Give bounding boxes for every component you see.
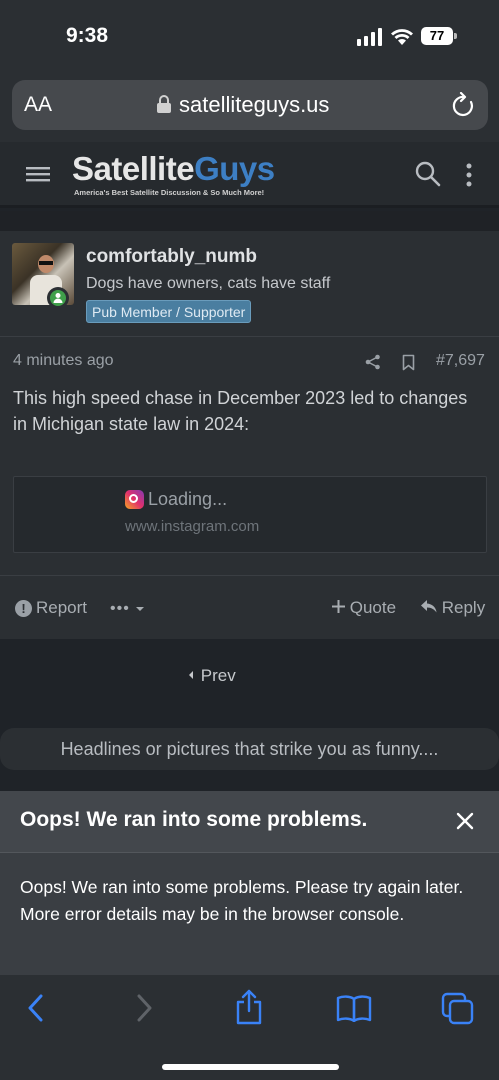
address-bar[interactable]: AA satelliteguys.us bbox=[12, 80, 488, 130]
close-icon[interactable] bbox=[455, 811, 475, 831]
status-bar: 9:38 77 bbox=[0, 0, 499, 72]
post-number[interactable]: #7,697 bbox=[436, 352, 485, 370]
quote-label: Quote bbox=[349, 598, 397, 617]
post-more-menu-button[interactable]: ••• bbox=[110, 600, 145, 618]
post-username[interactable]: comfortably_numb bbox=[86, 246, 257, 268]
url-text[interactable]: satelliteguys.us bbox=[179, 92, 329, 118]
quote-button[interactable]: Quote bbox=[332, 598, 396, 618]
thread-navigation: Prev Headlines or pictures that strike y… bbox=[0, 639, 499, 791]
reply-button[interactable]: Reply bbox=[421, 598, 485, 618]
embed-loading-text: Loading... bbox=[148, 489, 228, 509]
forum-post: comfortably_numb Dogs have owners, cats … bbox=[0, 231, 499, 639]
error-title: Oops! We ran into some problems. bbox=[20, 808, 368, 831]
plus-icon bbox=[332, 600, 345, 613]
site-header: SatelliteGuys America's Best Satellite D… bbox=[0, 142, 499, 208]
header-spacer bbox=[0, 211, 499, 231]
user-title: Dogs have owners, cats have staff bbox=[86, 275, 331, 292]
instagram-icon bbox=[125, 490, 144, 509]
battery-level: 77 bbox=[429, 28, 445, 43]
browser-address-area: AA satelliteguys.us bbox=[0, 72, 499, 142]
lock-icon bbox=[157, 95, 171, 113]
post-body: This high speed chase in December 2023 l… bbox=[13, 388, 468, 434]
reply-arrow-icon bbox=[421, 600, 437, 613]
forward-arrow-icon[interactable] bbox=[133, 993, 155, 1023]
tabs-overview-icon[interactable] bbox=[441, 992, 475, 1026]
user-banner: Pub Member / Supporter bbox=[86, 300, 252, 323]
divider bbox=[0, 575, 499, 576]
status-time: 9:38 bbox=[66, 24, 109, 47]
prev-label: Prev bbox=[200, 666, 236, 685]
caret-left-icon bbox=[189, 671, 193, 679]
more-dots: ••• bbox=[110, 600, 130, 617]
home-indicator[interactable] bbox=[162, 1064, 339, 1070]
back-arrow-icon[interactable] bbox=[25, 993, 47, 1023]
embed-domain: www.instagram.com bbox=[125, 518, 260, 535]
report-label: Report bbox=[36, 598, 88, 617]
hamburger-menu-icon[interactable] bbox=[26, 164, 50, 184]
reply-label: Reply bbox=[441, 598, 486, 617]
post-timestamp[interactable]: 4 minutes ago bbox=[13, 352, 114, 370]
logo-word-guys: Guys bbox=[194, 150, 275, 187]
site-logo[interactable]: SatelliteGuys America's Best Satellite D… bbox=[72, 150, 292, 197]
divider bbox=[0, 336, 499, 337]
share-icon[interactable] bbox=[365, 354, 381, 370]
bookmark-icon[interactable] bbox=[402, 354, 415, 371]
thread-title-link[interactable]: Headlines or pictures that strike you as… bbox=[0, 728, 499, 770]
bookmarks-book-icon[interactable] bbox=[336, 994, 372, 1022]
error-overlay: Oops! We ran into some problems. Oops! W… bbox=[0, 791, 499, 975]
instagram-embed[interactable]: Loading... www.instagram.com bbox=[13, 476, 487, 553]
browser-toolbar bbox=[0, 975, 499, 1080]
user-online-icon bbox=[53, 293, 63, 303]
logo-tagline: America's Best Satellite Discussion & So… bbox=[74, 188, 265, 197]
reload-icon[interactable] bbox=[452, 92, 476, 118]
wifi-icon bbox=[391, 29, 413, 45]
error-message: Oops! We ran into some problems. Please … bbox=[20, 877, 464, 924]
cellular-signal-icon bbox=[357, 28, 382, 46]
alert-icon: ! bbox=[15, 600, 32, 617]
prev-page-link[interactable]: Prev bbox=[186, 666, 236, 686]
battery-indicator: 77 bbox=[421, 27, 457, 45]
online-status-badge bbox=[47, 287, 69, 309]
caret-down-icon bbox=[136, 607, 145, 611]
text-size-button[interactable]: AA bbox=[24, 93, 52, 117]
error-header: Oops! We ran into some problems. bbox=[0, 791, 499, 853]
logo-word-satellite: Satellite bbox=[72, 150, 195, 187]
share-sheet-icon[interactable] bbox=[234, 989, 264, 1025]
search-icon[interactable] bbox=[415, 161, 441, 187]
more-options-icon[interactable] bbox=[462, 162, 476, 188]
